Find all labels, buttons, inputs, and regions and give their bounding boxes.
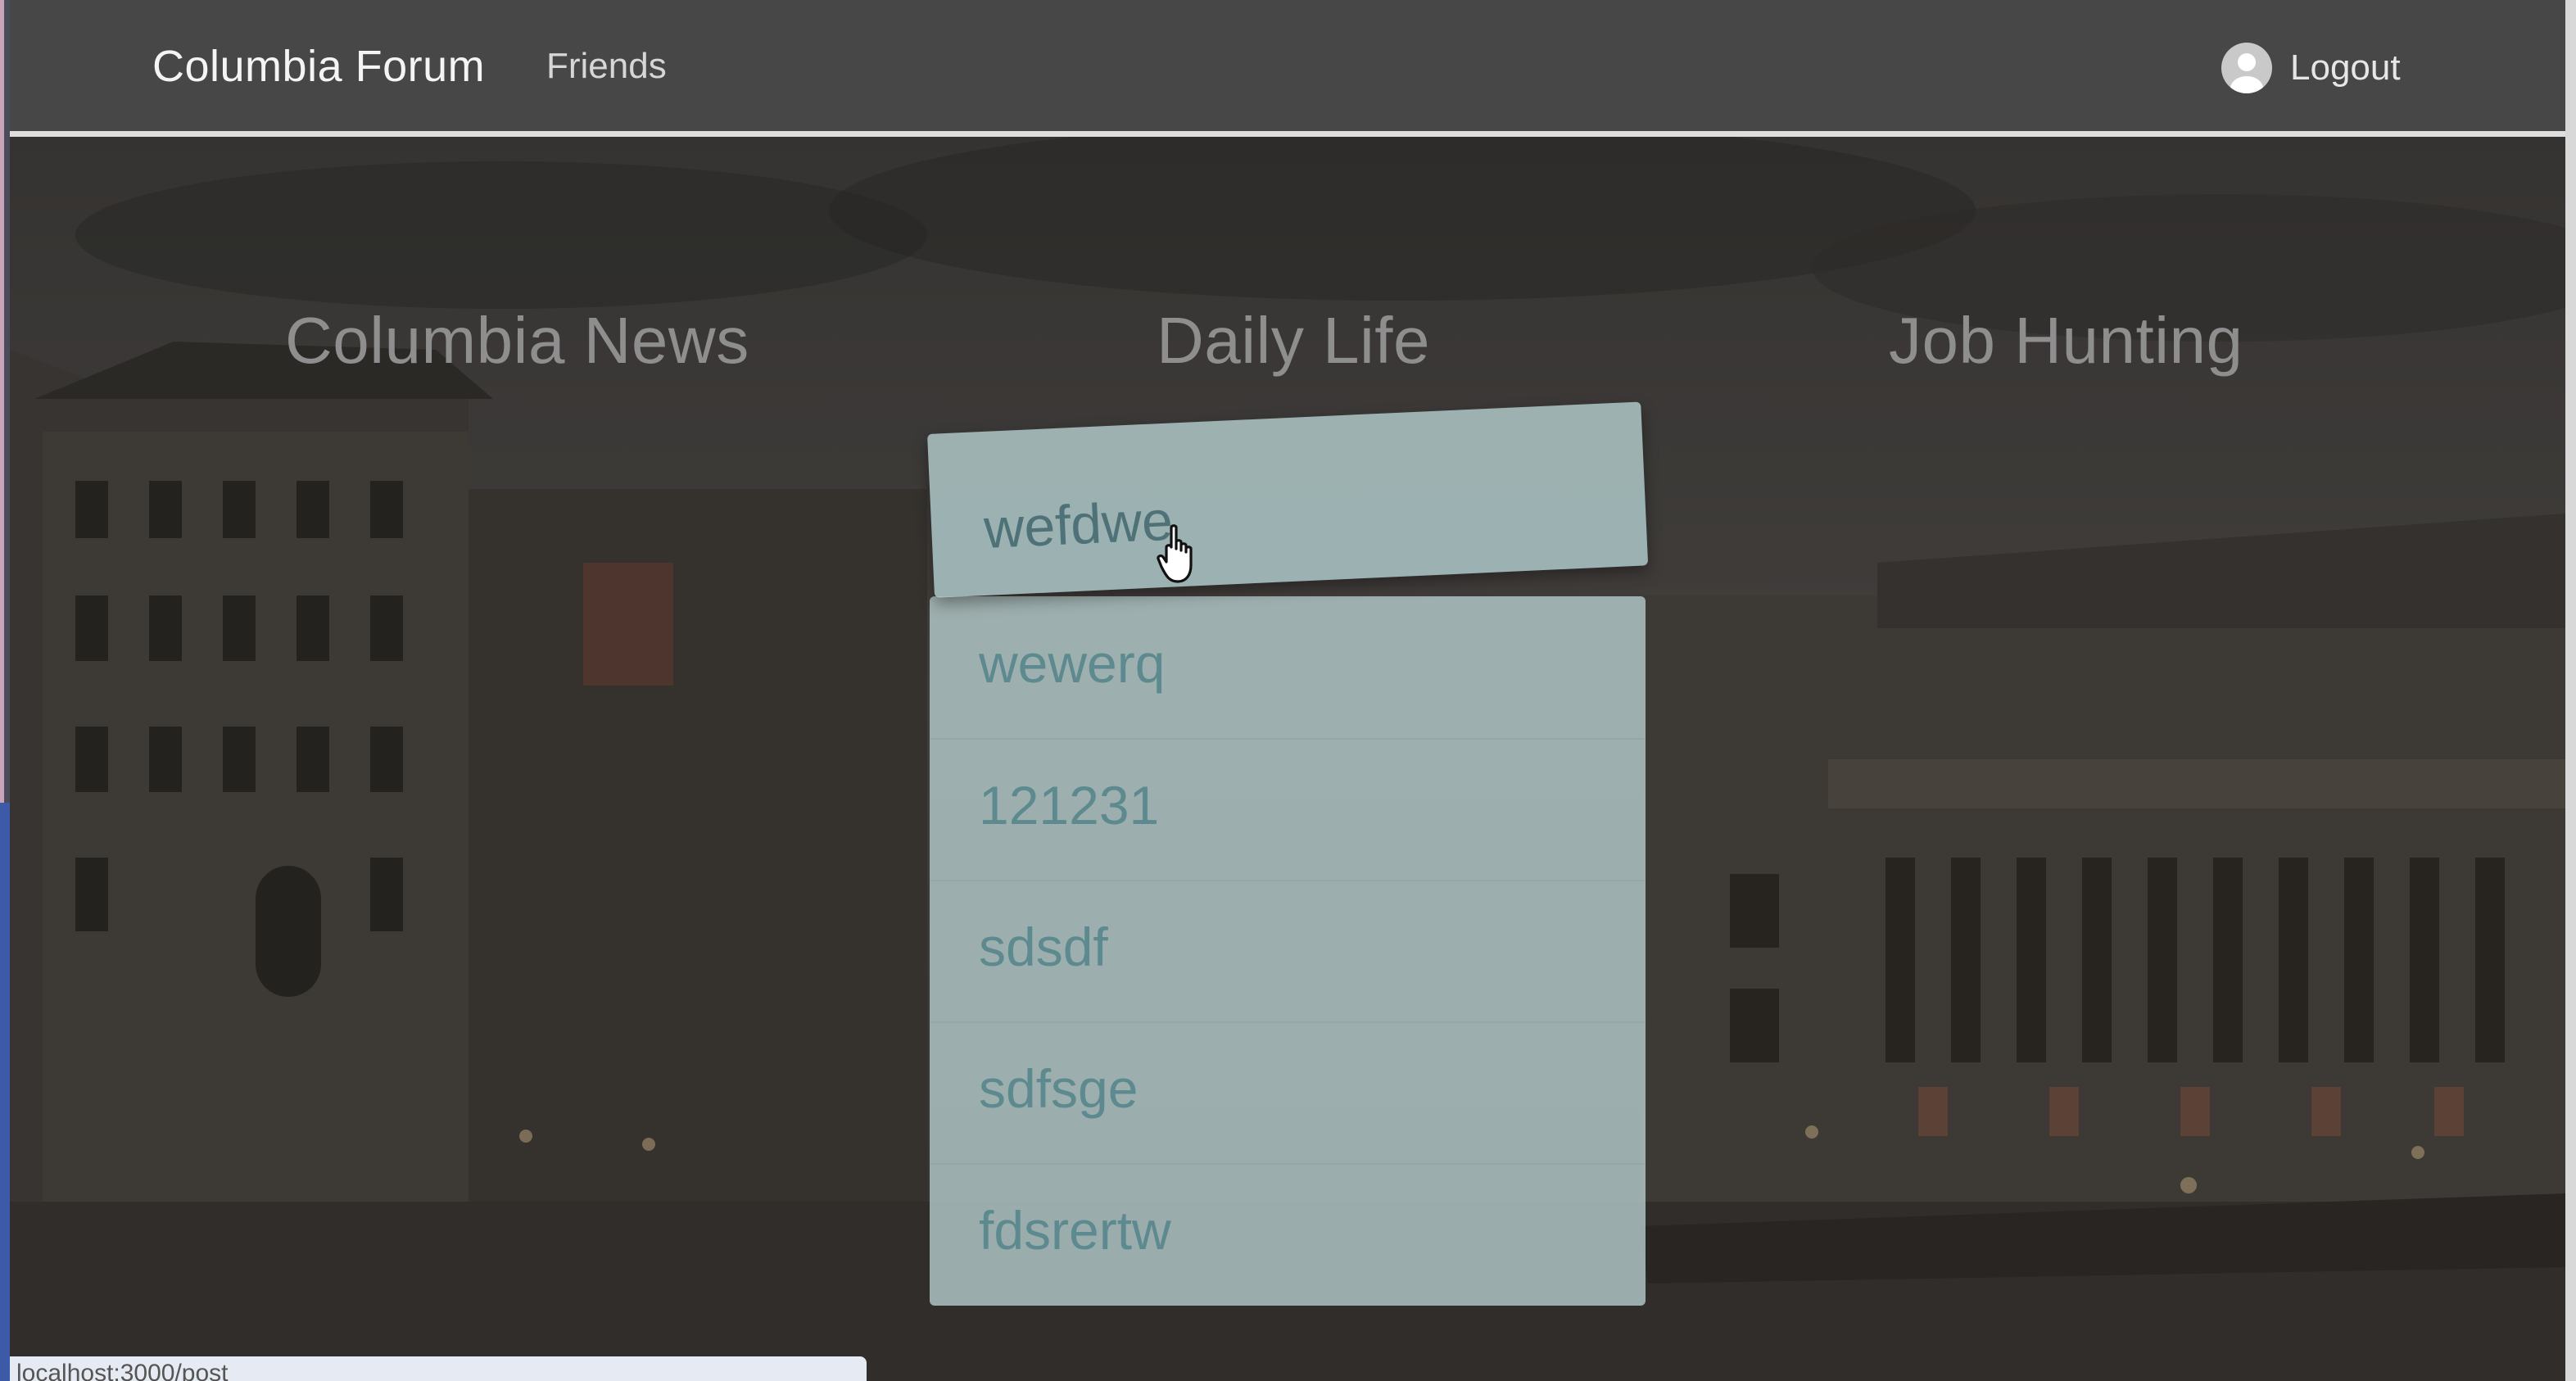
hand-pointer-cursor-icon [1157,524,1193,583]
post-list-item[interactable]: fdsrertw [930,1163,1646,1305]
category-daily-life[interactable]: Daily Life [1157,303,1430,378]
post-list-item-hovered[interactable]: wefdwe [927,401,1649,598]
post-title: fdsrertw [979,1200,1171,1261]
window-edge [0,0,10,1381]
post-list-item[interactable]: sdsdf [930,880,1646,1023]
post-title: sdfsge [979,1058,1139,1119]
logout-button[interactable]: Logout [2221,39,2401,97]
post-list-item[interactable]: wewerq [930,596,1646,740]
brand-logo-link[interactable]: Columbia Forum [152,41,485,92]
logout-label: Logout [2290,48,2401,88]
navbar: Columbia Forum Friends Logout [10,0,2565,137]
window-edge-accent-lower [0,803,10,1381]
post-list-item[interactable]: sdfsge [930,1021,1646,1165]
app: Columbia Forum Friends Logout Columbia N… [10,0,2576,1381]
category-job-hunting[interactable]: Job Hunting [1889,303,2243,378]
window-edge-accent [0,0,4,803]
post-title: sdsdf [979,917,1108,977]
post-title: wewerq [979,633,1166,694]
post-dropdown-list: wewerq 121231 sdsdf sdfsge fdsrertw [930,596,1646,1306]
status-bar-url: localhost:3000/post [10,1356,867,1381]
user-avatar-icon [2221,43,2272,93]
post-title: 121231 [979,775,1160,835]
post-title: wefdwe [982,489,1175,560]
category-columbia-news[interactable]: Columbia News [285,303,749,378]
post-list-item[interactable]: 121231 [930,738,1646,881]
nav-link-friends[interactable]: Friends [546,46,667,87]
scrollbar[interactable] [2565,0,2576,1381]
